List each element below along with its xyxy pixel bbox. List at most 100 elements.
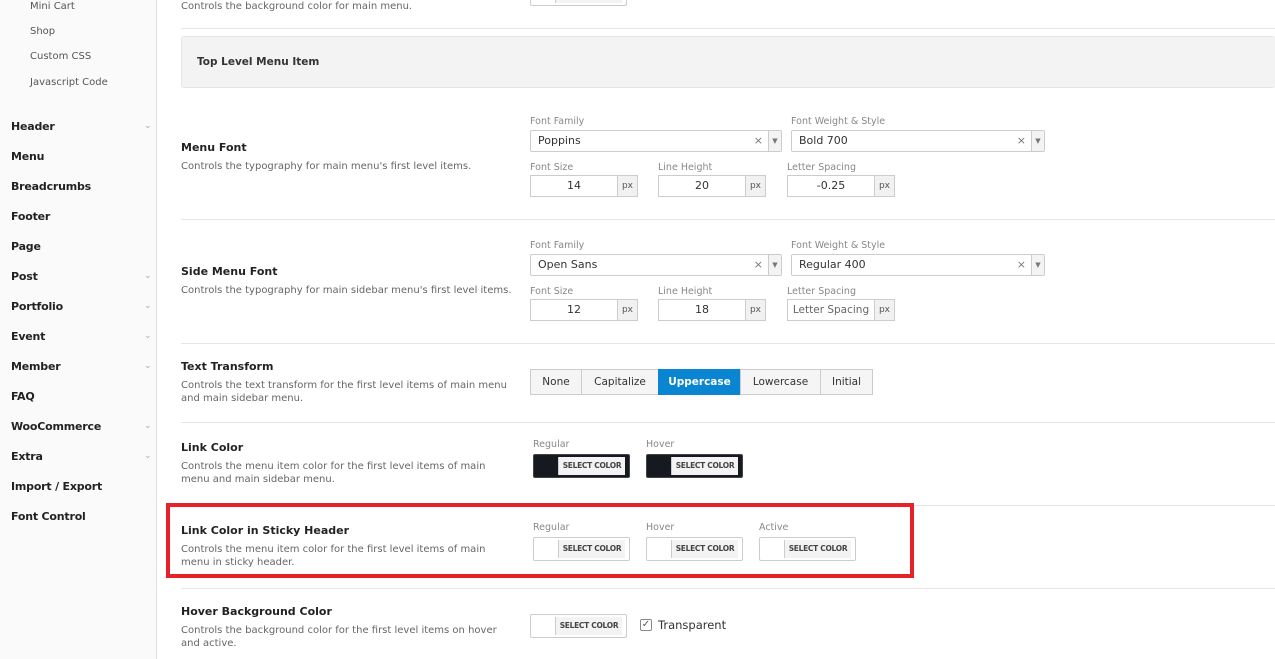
hover-bg-desc: Controls the background color for the fi… <box>181 625 497 649</box>
font-weight-label: Font Weight & Style <box>791 240 886 251</box>
hover-label: Hover <box>646 522 675 533</box>
transform-none-button[interactable]: None <box>530 369 582 395</box>
clear-icon[interactable]: × <box>754 134 763 147</box>
line-height-label: Line Height <box>658 162 713 173</box>
transform-capitalize-button[interactable]: Capitalize <box>581 369 659 395</box>
select-color-button[interactable]: SELECT COLOR <box>555 617 622 635</box>
unit-label: px <box>746 175 766 197</box>
hover-bg-color-picker[interactable]: SELECT COLOR <box>530 614 627 638</box>
sidebar-item-footer[interactable]: Footer <box>11 210 50 223</box>
sidebar-subitem-mini-cart[interactable]: Mini Cart <box>30 1 75 12</box>
side-font-family-select[interactable]: Open Sans × ▼ <box>530 254 782 276</box>
sidebar-item-font-control[interactable]: Font Control <box>11 510 86 523</box>
unit-label: px <box>875 175 895 197</box>
text-transform-title: Text Transform <box>181 360 274 373</box>
menu-font-desc: Controls the typography for main menu's … <box>181 161 472 172</box>
line-height-label: Line Height <box>658 286 713 297</box>
clear-icon[interactable]: × <box>754 258 763 271</box>
transparent-checkbox[interactable]: ✓ <box>640 619 652 631</box>
sidebar-item-extra[interactable]: Extra <box>11 450 43 463</box>
sticky-link-color-title: Link Color in Sticky Header <box>181 524 350 537</box>
dropdown-arrow-icon[interactable]: ▼ <box>1031 255 1044 275</box>
menu-font-weight-select[interactable]: Bold 700 × ▼ <box>791 130 1045 152</box>
chevron-down-icon: ⌄ <box>144 421 152 431</box>
selected-value: Bold 700 <box>799 134 848 147</box>
link-color-title: Link Color <box>181 441 244 454</box>
sidebar-item-header[interactable]: Header <box>11 120 55 133</box>
side-line-height-input[interactable]: 18 <box>658 299 746 321</box>
sidebar-item-menu[interactable]: Menu <box>11 150 44 163</box>
select-color-button[interactable]: SELECT COLOR <box>784 540 851 558</box>
sidebar-subitem-shop[interactable]: Shop <box>30 26 55 37</box>
transform-uppercase-button[interactable]: Uppercase <box>658 369 741 395</box>
hover-label: Hover <box>646 439 675 450</box>
select-color-button[interactable]: SELECT COLOR <box>558 540 625 558</box>
side-font-title: Side Menu Font <box>181 265 278 278</box>
dropdown-arrow-icon[interactable]: ▼ <box>768 131 781 151</box>
section-header-title: Top Level Menu Item <box>197 56 320 68</box>
font-family-label: Font Family <box>530 116 585 127</box>
sidebar-item-page[interactable]: Page <box>11 240 41 253</box>
transform-initial-button[interactable]: Initial <box>820 369 873 395</box>
unit-label: px <box>746 299 766 321</box>
hover-bg-title: Hover Background Color <box>181 605 332 618</box>
clear-icon[interactable]: × <box>1017 258 1026 271</box>
menu-font-size-input[interactable]: 14 <box>530 175 618 197</box>
select-color-button[interactable]: SELECT COLOR <box>671 540 738 558</box>
dropdown-arrow-icon[interactable]: ▼ <box>1031 131 1044 151</box>
active-label: Active <box>759 522 789 533</box>
selected-value: Open Sans <box>538 258 598 271</box>
sticky-link-color-desc: Controls the menu item color for the fir… <box>181 544 486 568</box>
select-color-button[interactable]: SELECT COLOR <box>671 457 738 475</box>
chevron-down-icon: ⌄ <box>144 121 152 131</box>
font-size-label: Font Size <box>530 286 574 297</box>
sidebar-item-member[interactable]: Member <box>11 360 61 373</box>
chevron-down-icon: ⌄ <box>144 271 152 281</box>
sidebar-item-event[interactable]: Event <box>11 330 45 343</box>
transform-lowercase-button[interactable]: Lowercase <box>740 369 821 395</box>
sidebar-subitem-javascript-code[interactable]: Javascript Code <box>30 77 108 88</box>
menu-bg-color-picker[interactable] <box>530 0 627 6</box>
font-family-label: Font Family <box>530 240 585 251</box>
dropdown-arrow-icon[interactable]: ▼ <box>768 255 781 275</box>
unit-label: px <box>618 175 638 197</box>
link-regular-color-picker[interactable]: SELECT COLOR <box>533 454 630 478</box>
regular-label: Regular <box>533 439 570 450</box>
unit-label: px <box>618 299 638 321</box>
sticky-active-color-picker[interactable]: SELECT COLOR <box>759 537 856 561</box>
sidebar-subitem-custom-css[interactable]: Custom CSS <box>30 51 91 62</box>
clear-icon[interactable]: × <box>1017 134 1026 147</box>
sidebar-item-post[interactable]: Post <box>11 270 38 283</box>
sidebar-item-woocommerce[interactable]: WooCommerce <box>11 420 101 433</box>
unit-label: px <box>875 299 895 321</box>
side-letter-spacing-input[interactable]: Letter Spacing <box>787 299 875 321</box>
select-color-button[interactable]: SELECT COLOR <box>558 457 625 475</box>
chevron-down-icon: ⌄ <box>144 331 152 341</box>
menu-bg-desc: Controls the background color for main m… <box>181 1 413 12</box>
sidebar-item-import-export[interactable]: Import / Export <box>11 480 102 493</box>
menu-line-height-input[interactable]: 20 <box>658 175 746 197</box>
divider <box>181 28 1275 29</box>
side-font-weight-select[interactable]: Regular 400 × ▼ <box>791 254 1045 276</box>
sidebar-item-breadcrumbs[interactable]: Breadcrumbs <box>11 180 91 193</box>
divider <box>181 219 1275 220</box>
transparent-label[interactable]: Transparent <box>658 618 726 632</box>
letter-spacing-label: Letter Spacing <box>787 286 856 297</box>
sticky-hover-color-picker[interactable]: SELECT COLOR <box>646 537 743 561</box>
text-transform-desc: Controls the text transform for the firs… <box>181 380 507 404</box>
sidebar-item-faq[interactable]: FAQ <box>11 390 35 403</box>
menu-font-family-select[interactable]: Poppins × ▼ <box>530 130 782 152</box>
side-font-desc: Controls the typography for main sidebar… <box>181 285 512 296</box>
sidebar-item-portfolio[interactable]: Portfolio <box>11 300 63 313</box>
side-font-size-input[interactable]: 12 <box>530 299 618 321</box>
chevron-down-icon: ⌄ <box>144 451 152 461</box>
menu-letter-spacing-input[interactable]: -0.25 <box>787 175 875 197</box>
sticky-regular-color-picker[interactable]: SELECT COLOR <box>533 537 630 561</box>
divider <box>181 588 1275 589</box>
selected-value: Poppins <box>538 134 581 147</box>
link-hover-color-picker[interactable]: SELECT COLOR <box>646 454 743 478</box>
divider <box>181 422 1275 423</box>
sidebar: Mini Cart Shop Custom CSS Javascript Cod… <box>0 0 157 659</box>
regular-label: Regular <box>533 522 570 533</box>
font-size-label: Font Size <box>530 162 574 173</box>
